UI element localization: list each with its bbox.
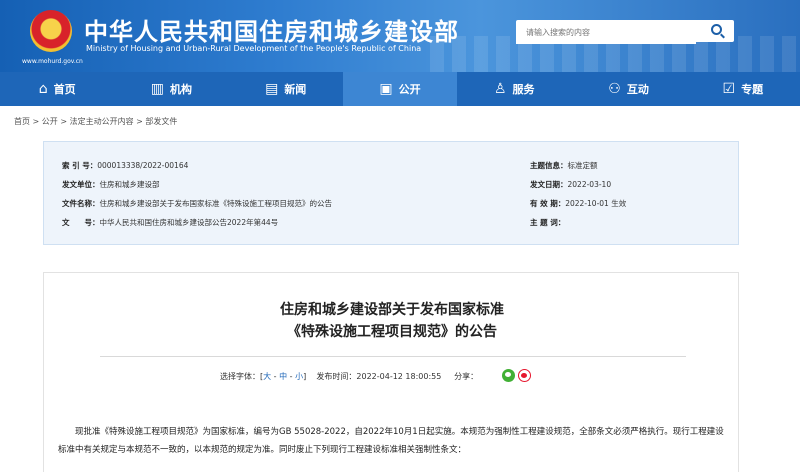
font-separator: - bbox=[287, 372, 296, 381]
info-valid-value: 2022-10-01 生效 bbox=[565, 199, 627, 208]
font-small-link[interactable]: 小 bbox=[295, 372, 303, 381]
main-nav: ⌂ 首页 ▥ 机构 ▤ 新闻 ▣ 公开 ♙ 服务 ⚇ 互动 ☑ 专题 bbox=[0, 72, 800, 106]
site-domain: www.mohurd.gov.cn bbox=[22, 58, 83, 65]
article-panel: 住房和城乡建设部关于发布国家标准 《特殊设施工程项目规范》的公告 选择字体：[大… bbox=[43, 272, 739, 472]
nav-item-5[interactable]: ⚇ 互动 bbox=[571, 72, 685, 106]
info-date-value: 2022-03-10 bbox=[567, 180, 612, 189]
info-filename: 文件名称：住房和城乡建设部关于发布国家标准《特殊设施工程项目规范》的公告 bbox=[62, 198, 332, 209]
site-title[interactable]: 中华人民共和国住房和城乡建设部 bbox=[84, 12, 459, 47]
info-docno-value: 中华人民共和国住房和城乡建设部公告2022年第44号 bbox=[99, 218, 279, 227]
info-keywords: 主 题 词： bbox=[530, 217, 565, 228]
breadcrumb-item[interactable]: 法定主动公开内容 bbox=[70, 117, 134, 126]
breadcrumb-item[interactable]: 公开 bbox=[42, 117, 58, 126]
breadcrumb-separator: > bbox=[30, 117, 42, 126]
topic-icon: ☑ bbox=[722, 81, 736, 97]
search-box bbox=[516, 20, 734, 44]
article-title-line1: 住房和城乡建设部关于发布国家标准 bbox=[280, 302, 504, 318]
info-filename-value: 住房和城乡建设部关于发布国家标准《特殊设施工程项目规范》的公告 bbox=[99, 199, 333, 208]
building-icon: ▥ bbox=[150, 81, 165, 97]
info-docno-label: 文 号： bbox=[62, 218, 100, 227]
nav-item-label: 服务 bbox=[512, 83, 535, 96]
share-label: 分享： bbox=[454, 372, 479, 381]
nav-item-label: 机构 bbox=[170, 83, 193, 96]
search-icon[interactable] bbox=[711, 24, 722, 35]
info-issuer-label: 发文单位： bbox=[62, 180, 100, 189]
national-emblem-icon bbox=[30, 10, 72, 52]
nav-item-label: 新闻 bbox=[284, 83, 307, 96]
font-separator: - bbox=[271, 372, 280, 381]
font-size-label: 选择字体：[ bbox=[220, 372, 264, 381]
home-icon: ⌂ bbox=[38, 81, 48, 97]
wechat-share-icon[interactable] bbox=[502, 369, 515, 382]
nav-item-3[interactable]: ▣ 公开 bbox=[342, 72, 458, 106]
header-banner: 中华人民共和国住房和城乡建设部 Ministry of Housing and … bbox=[0, 0, 800, 72]
search-input[interactable] bbox=[516, 21, 696, 44]
info-topic-value: 标准定额 bbox=[567, 161, 598, 170]
info-date: 发文日期：2022-03-10 bbox=[530, 179, 611, 190]
info-issuer: 发文单位：住房和城乡建设部 bbox=[62, 179, 160, 190]
info-valid-label: 有 效 期： bbox=[530, 199, 566, 208]
breadcrumb: 首页 > 公开 > 法定主动公开内容 > 部发文件 bbox=[14, 116, 177, 127]
info-topic-label: 主题信息： bbox=[530, 161, 568, 170]
article-paragraph: 现批准《特殊设施工程项目规范》为国家标准，编号为GB 55028-2022，自2… bbox=[58, 427, 724, 455]
nav-item-6[interactable]: ☑ 专题 bbox=[686, 72, 800, 106]
font-bracket-close: ] bbox=[303, 372, 307, 381]
info-valid: 有 效 期：2022-10-01 生效 bbox=[530, 198, 626, 209]
font-medium-link[interactable]: 中 bbox=[279, 372, 287, 381]
info-index: 索 引 号：000013338/2022-00164 bbox=[62, 160, 188, 171]
nav-item-1[interactable]: ▥ 机构 bbox=[114, 72, 228, 106]
interaction-icon: ⚇ bbox=[608, 81, 621, 97]
article-meta: 选择字体：[大 - 中 - 小] 发布时间：2022-04-12 18:00:5… bbox=[220, 371, 478, 382]
document-info-panel: 索 引 号：000013338/2022-00164 发文单位：住房和城乡建设部… bbox=[43, 141, 739, 245]
info-topic: 主题信息：标准定额 bbox=[530, 160, 598, 171]
nav-item-label: 首页 bbox=[53, 83, 76, 96]
title-divider bbox=[100, 356, 686, 357]
info-index-label: 索 引 号： bbox=[62, 161, 98, 170]
news-icon: ▤ bbox=[265, 81, 279, 97]
publish-time-value: 2022-04-12 18:00:55 bbox=[356, 372, 442, 381]
info-keywords-label: 主 题 词： bbox=[530, 218, 566, 227]
open-icon: ▣ bbox=[379, 81, 393, 97]
info-issuer-value: 住房和城乡建设部 bbox=[99, 180, 160, 189]
publish-time-label: 发布时间： bbox=[316, 372, 357, 381]
breadcrumb-item[interactable]: 首页 bbox=[14, 117, 30, 126]
weibo-share-icon[interactable] bbox=[518, 369, 531, 382]
nav-item-label: 公开 bbox=[398, 83, 421, 96]
nav-item-4[interactable]: ♙ 服务 bbox=[457, 72, 571, 106]
nav-item-label: 互动 bbox=[626, 83, 649, 96]
breadcrumb-separator: > bbox=[57, 117, 70, 126]
nav-item-2[interactable]: ▤ 新闻 bbox=[229, 72, 343, 106]
info-docno: 文 号：中华人民共和国住房和城乡建设部公告2022年第44号 bbox=[62, 217, 278, 228]
breadcrumb-item[interactable]: 部发文件 bbox=[145, 117, 177, 126]
font-large-link[interactable]: 大 bbox=[263, 372, 271, 381]
site-subtitle: Ministry of Housing and Urban-Rural Deve… bbox=[86, 44, 422, 53]
info-filename-label: 文件名称： bbox=[62, 199, 100, 208]
service-icon: ♙ bbox=[493, 81, 507, 97]
nav-item-label: 专题 bbox=[741, 83, 764, 96]
nav-item-0[interactable]: ⌂ 首页 bbox=[0, 72, 114, 106]
article-title-line2: 《特殊设施工程项目规范》的公告 bbox=[287, 324, 497, 340]
info-index-value: 000013338/2022-00164 bbox=[97, 161, 189, 170]
info-date-label: 发文日期： bbox=[530, 180, 568, 189]
breadcrumb-separator: > bbox=[133, 117, 146, 126]
